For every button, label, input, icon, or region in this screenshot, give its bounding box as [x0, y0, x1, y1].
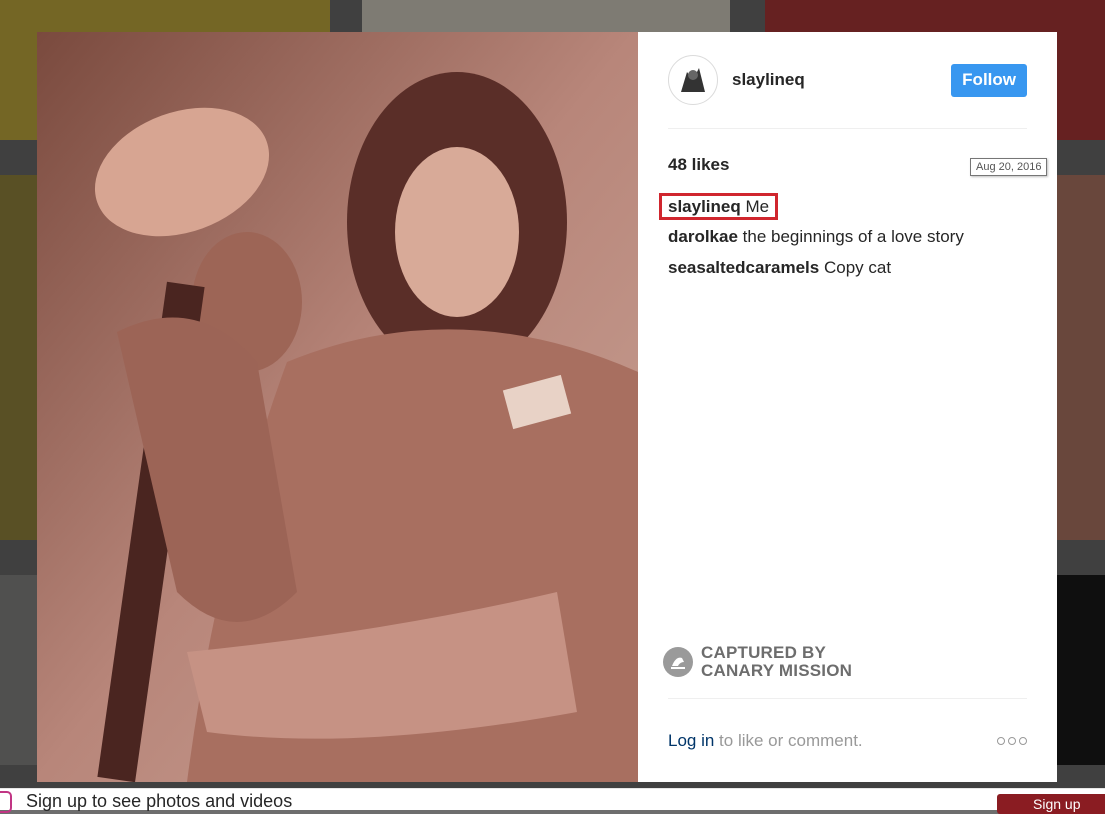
watermark-line-2: CANARY MISSION	[701, 661, 853, 680]
signup-banner: Sign up to see photos and videos Sign up	[0, 788, 1105, 814]
comment-username[interactable]: seasaltedcaramels	[668, 258, 819, 277]
canary-icon	[663, 647, 693, 677]
comment-text: Copy cat	[823, 258, 892, 277]
login-prompt-text: to like or comment.	[714, 731, 863, 750]
follow-button[interactable]: Follow	[951, 63, 1027, 97]
caption-text: Me	[745, 197, 770, 216]
date-tooltip: Aug 20, 2016	[970, 158, 1048, 176]
avatar[interactable]	[668, 55, 718, 105]
post-modal: slaylineq Follow 48 likes 39w slaylineq …	[37, 32, 1057, 782]
comment-text: the beginnings of a love story	[742, 227, 964, 246]
post-photo	[37, 32, 638, 782]
watermark-line-1: CAPTURED BY	[701, 643, 826, 662]
comments-list: slaylineq Me darolkae the beginnings of …	[659, 193, 1027, 279]
header-username[interactable]: slaylineq	[732, 70, 805, 90]
instagram-logo-icon	[0, 791, 12, 813]
comment-username[interactable]: darolkae	[668, 227, 738, 246]
comment-item: darolkae the beginnings of a love story	[668, 226, 1027, 248]
login-prompt: Log in to like or comment.	[668, 731, 863, 751]
login-link[interactable]: Log in	[668, 731, 714, 750]
caption: slaylineq Me	[659, 193, 779, 220]
photo-image	[37, 32, 638, 782]
caption-username[interactable]: slaylineq	[668, 197, 741, 216]
comment-item: seasaltedcaramels Copy cat	[668, 257, 1027, 279]
signup-button[interactable]: Sign up	[997, 794, 1105, 814]
likes-count[interactable]: 48 likes	[668, 155, 729, 175]
post-footer: Log in to like or comment.	[668, 698, 1027, 783]
post-sidebar: slaylineq Follow 48 likes 39w slaylineq …	[638, 32, 1057, 782]
post-header: slaylineq Follow	[668, 32, 1027, 129]
avatar-image	[672, 59, 714, 101]
watermark: CAPTURED BY CANARY MISSION	[663, 644, 852, 680]
more-options-icon[interactable]	[997, 737, 1027, 745]
